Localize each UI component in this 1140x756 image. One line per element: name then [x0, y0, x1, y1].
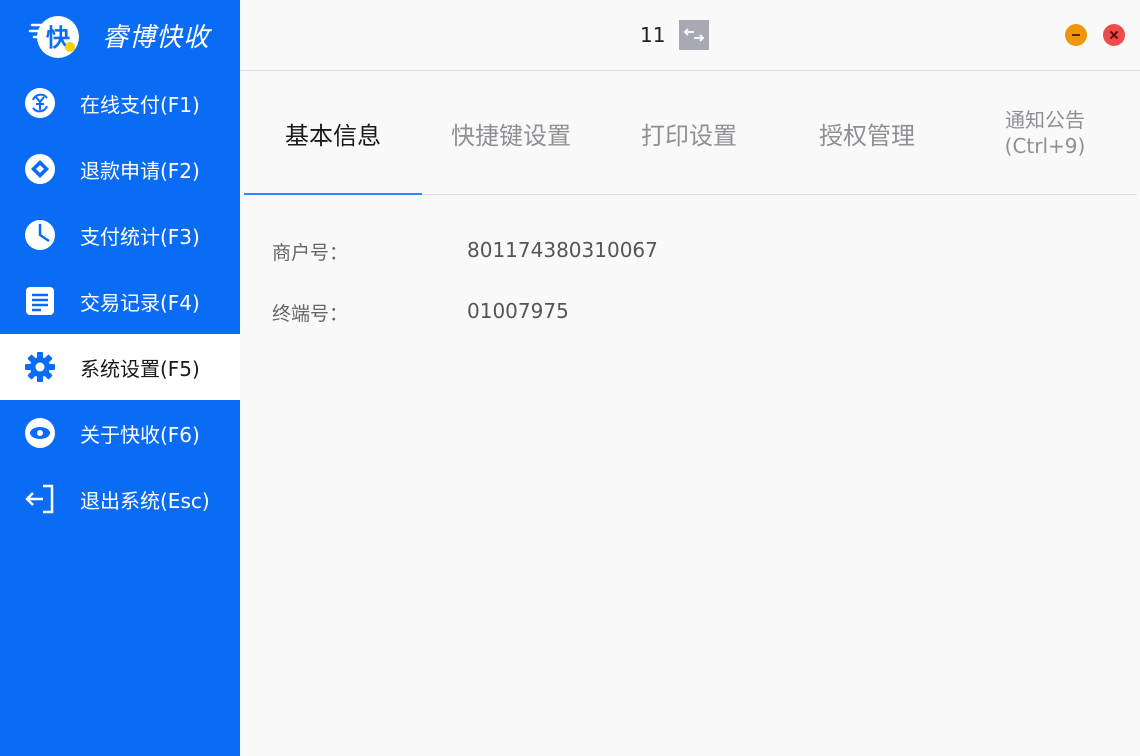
close-icon [1109, 30, 1119, 40]
settings-tabs: 基本信息 快捷键设置 打印设置 授权管理 通知公告 (Ctrl+9) [244, 72, 1137, 195]
minimize-icon [1072, 34, 1080, 36]
top-center: 11 [640, 20, 710, 50]
logout-icon [22, 481, 58, 517]
tab-notices-line1: 通知公告 [1005, 108, 1085, 132]
top-bar: 11 [240, 0, 1140, 71]
gear-icon [22, 349, 58, 385]
merchant-row: 商户号： 801174380310067 [272, 238, 658, 299]
sidebar-item-label: 关于快收(F6) [80, 422, 200, 447]
tab-authorization[interactable]: 授权管理 [778, 72, 956, 194]
close-button[interactable] [1103, 24, 1125, 46]
sidebar-item-about[interactable]: 关于快收(F6) [0, 400, 240, 466]
sidebar-item-system-settings[interactable]: 系统设置(F5) [0, 334, 240, 400]
sidebar-item-logout[interactable]: 退出系统(Esc) [0, 466, 240, 532]
tab-print-settings[interactable]: 打印设置 [600, 72, 778, 194]
basic-info-panel: 商户号： 801174380310067 终端号： 01007975 [272, 238, 658, 360]
tab-notices[interactable]: 通知公告 (Ctrl+9) [956, 72, 1134, 194]
refund-icon [22, 151, 58, 187]
sidebar-nav: 在线支付(F1) 退款申请(F2) 支付统计(F3) 交易记录(F4) 系统设置… [0, 70, 240, 532]
app-name: 睿博快收 [102, 22, 211, 53]
sidebar-item-label: 退出系统(Esc) [80, 488, 210, 513]
minimize-button[interactable] [1065, 24, 1087, 46]
sidebar-item-label: 支付统计(F3) [80, 224, 200, 249]
sidebar-item-label: 退款申请(F2) [80, 158, 200, 183]
swap-arrows-icon[interactable] [679, 20, 710, 50]
counter-value: 11 [640, 23, 666, 47]
tab-shortcut-settings[interactable]: 快捷键设置 [422, 72, 600, 194]
document-icon [22, 283, 58, 319]
sidebar-item-label: 系统设置(F5) [80, 356, 200, 381]
sidebar-item-label: 在线支付(F1) [80, 92, 200, 117]
sidebar-item-online-payment[interactable]: 在线支付(F1) [0, 70, 240, 136]
sidebar: 快 睿博快收 在线支付(F1) 退款申请(F2) 支付统计(F3) 交易记录(F… [0, 0, 240, 756]
tab-notices-line2: (Ctrl+9) [1004, 134, 1086, 158]
tab-notices-label: 通知公告 (Ctrl+9) [1005, 107, 1086, 159]
logo-icon: 快 [28, 7, 84, 63]
pie-chart-icon [22, 217, 58, 253]
terminal-row: 终端号： 01007975 [272, 299, 658, 360]
eye-icon [22, 415, 58, 451]
merchant-label: 商户号： [272, 242, 349, 264]
merchant-value: 801174380310067 [467, 238, 658, 262]
sidebar-item-refund[interactable]: 退款申请(F2) [0, 136, 240, 202]
sidebar-item-transactions[interactable]: 交易记录(F4) [0, 268, 240, 334]
tab-basic-info[interactable]: 基本信息 [244, 72, 422, 195]
terminal-value: 01007975 [467, 299, 569, 323]
sidebar-item-label: 交易记录(F4) [80, 290, 200, 315]
brand: 快 睿博快收 [0, 0, 240, 70]
terminal-label: 终端号： [272, 303, 349, 325]
sidebar-item-payment-stats[interactable]: 支付统计(F3) [0, 202, 240, 268]
yen-refresh-icon [22, 85, 58, 121]
